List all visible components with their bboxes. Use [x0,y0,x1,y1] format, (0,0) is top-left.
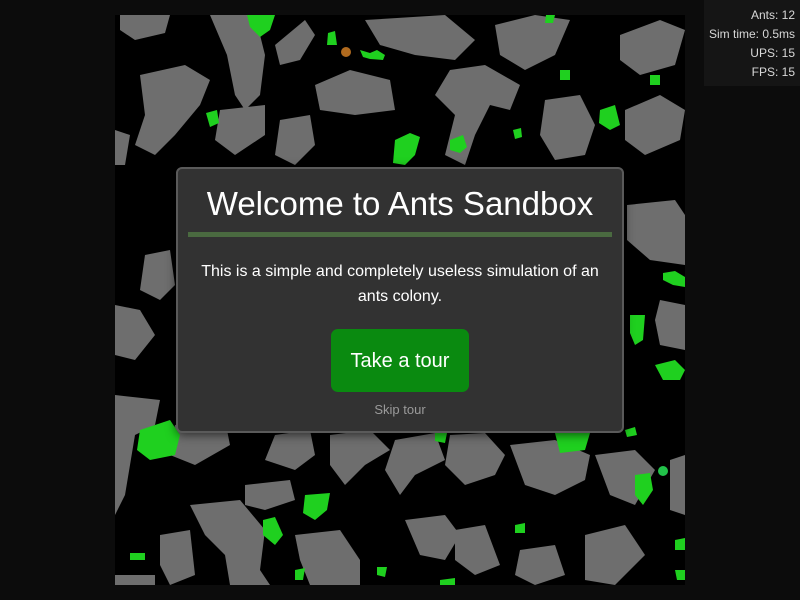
modal-description: This is a simple and completely useless … [201,263,599,305]
sim-time: Sim time: 0.5ms [708,27,795,41]
nest-marker [341,47,351,57]
take-tour-button[interactable]: Take a tour [331,329,469,392]
welcome-modal: Welcome to Ants Sandbox This is a simple… [176,167,624,433]
skip-tour-link[interactable]: Skip tour [178,402,622,417]
modal-title: Welcome to Ants Sandbox [206,185,594,222]
fps-counter: FPS: 15 [751,65,795,79]
stats-panel: Ants: 12 Sim time: 0.5ms UPS: 15 FPS: 15 [704,0,800,86]
ant-marker [658,466,668,476]
modal-divider [188,232,612,237]
ups-counter: UPS: 15 [750,46,795,60]
ants-count: Ants: 12 [750,8,795,22]
